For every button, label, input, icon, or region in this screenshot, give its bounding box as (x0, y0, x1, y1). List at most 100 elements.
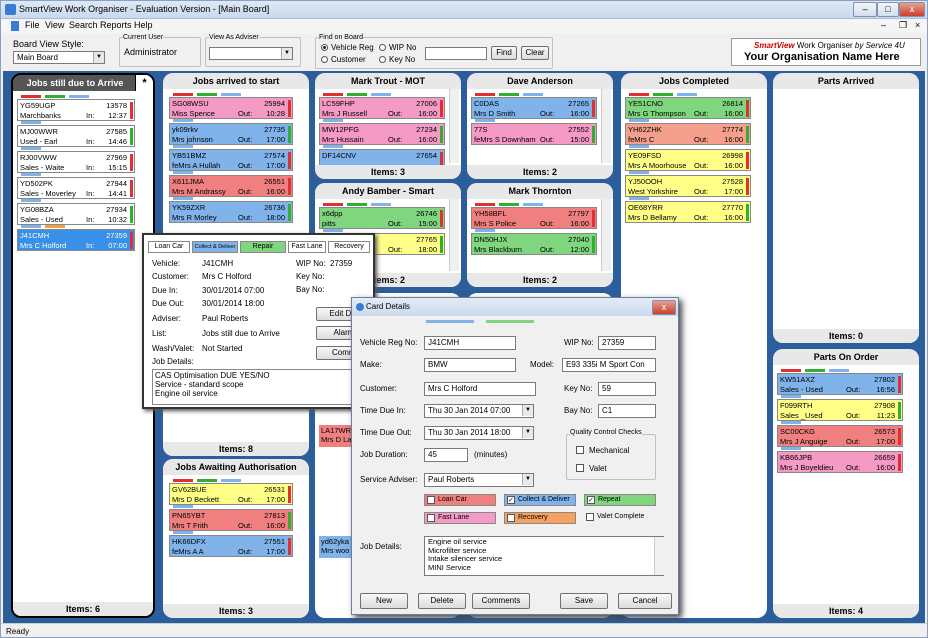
job-card[interactable]: YH62ZHK feMrs C 27774 16:00 Out: (625, 123, 751, 145)
popup-wash-value: Not Started (202, 344, 243, 353)
job-card[interactable]: OE68YRR Mrs D Bellamy 27770 16:00 Out: (625, 201, 751, 223)
save-button[interactable]: Save (560, 593, 608, 609)
repeat-checkbox[interactable]: ✓ (587, 496, 595, 504)
new-button[interactable]: New (360, 593, 408, 609)
loan-car-flag[interactable]: Loan Car (424, 494, 496, 506)
valet-checkbox[interactable] (576, 464, 584, 472)
details-scrollbar[interactable] (654, 537, 664, 575)
wip-input[interactable]: 27359 (598, 336, 656, 350)
mechanical-checkbox[interactable] (576, 446, 584, 454)
popup-details-box: CAS Optimisation DUE YES/NO Service - st… (152, 369, 352, 405)
card-time: 12:37 (108, 111, 127, 120)
mdi-minimize-icon[interactable]: – (881, 20, 886, 30)
job-card[interactable]: KB66JPB Mrs J Boyeldieu 26659 16:00 Out: (777, 451, 903, 473)
delete-button[interactable]: Delete (418, 593, 466, 609)
job-card[interactable]: DN50HJX Mrs Blackburn 27040 12:00 Out: (471, 233, 597, 255)
job-card[interactable]: YG08BZA Sales - Used 27934 10:32 In: (17, 203, 135, 225)
job-card[interactable]: GV62BUE Mrs D Beckett 26531 17:00 Out: (169, 483, 293, 505)
find-wip-radio[interactable] (379, 44, 386, 51)
job-card[interactable]: F099RTH Sales _Used 27908 11:23 Out: (777, 399, 903, 421)
job-card[interactable]: YG59UGP Marchbanks 13578 12:37 In: (17, 99, 135, 121)
reg-input[interactable]: J41CMH (424, 336, 516, 350)
job-card[interactable]: SC00CKG Mrs J Anguige 26573 17:00 Out: (777, 425, 903, 447)
card-status-bar (440, 236, 443, 253)
job-card[interactable]: YK59ZXR Mrs R Morley 26736 18:00 Out: (169, 201, 293, 223)
bay-input[interactable]: C1 (598, 404, 656, 418)
collect-deliver-flag[interactable]: ✓ Collect & Deliver (504, 494, 576, 506)
job-card[interactable]: C0DAS Mrs D Smith 27265 16:00 Out: (471, 97, 597, 119)
mdi-restore-icon[interactable]: ❐ (899, 20, 907, 31)
column-andy-scrollbar[interactable] (449, 199, 459, 271)
customer-input[interactable]: Mrs C Holford (424, 382, 536, 396)
find-customer-radio[interactable] (321, 56, 328, 63)
card-lbl: Out: (238, 547, 253, 556)
job-card[interactable]: HK66DFX feMrs A A 27551 17:00 Out: (169, 535, 293, 557)
valet-complete-checkbox[interactable] (586, 513, 594, 521)
chevron-down-icon: ▼ (522, 474, 533, 485)
key-input[interactable]: 59 (598, 382, 656, 396)
job-card[interactable]: YD502PK Sales - Moverley 27944 14:41 In: (17, 177, 135, 199)
loan-car-checkbox[interactable] (427, 496, 435, 504)
find-button[interactable]: Find (491, 46, 517, 60)
repeat-flag[interactable]: ✓ Repeat (584, 494, 656, 506)
job-card[interactable]: YH58BFL Mrs S Police 27797 16:00 Out: (471, 207, 597, 229)
close-button[interactable]: x (899, 2, 925, 17)
fast-lane-flag[interactable]: Fast Lane (424, 512, 496, 524)
job-card[interactable]: SG08WSU Miss Spence 25994 10:28 Out: (169, 97, 293, 119)
column-dave-scrollbar[interactable] (601, 89, 611, 163)
job-card[interactable]: yk09rkv Mrs johnson 27735 17:00 Out: (169, 123, 293, 145)
card-status-bar (288, 486, 291, 503)
clear-button[interactable]: Clear (521, 46, 549, 60)
menu-view[interactable]: View (45, 20, 64, 30)
menu-search[interactable]: Search (69, 20, 98, 30)
job-card[interactable]: RJ00VWW Sales - Waite 27969 15:15 In: (17, 151, 135, 173)
time-out-picker[interactable]: Thu 30 Jan 2014 18:00 ▼ (424, 426, 534, 440)
find-key-radio[interactable] (379, 56, 386, 63)
job-card[interactable]: KW51AXZ Sales - Used 27802 16:56 Out: (777, 373, 903, 395)
card-wip: 27552 (568, 125, 589, 134)
model-input[interactable]: E93 335i M Sport Con (562, 358, 656, 372)
make-input[interactable]: BMW (424, 358, 516, 372)
recovery-checkbox[interactable] (507, 514, 515, 522)
recovery-flag[interactable]: Recovery (504, 512, 576, 524)
job-card[interactable]: MW12PFG Mrs Hussain 27234 16:00 Out: (319, 123, 445, 145)
minimize-button[interactable]: – (853, 2, 877, 17)
job-card[interactable]: x6dpp pitts 26746 15:00 Out: (319, 207, 445, 229)
time-in-picker[interactable]: Thu 30 Jan 2014 07:00 ▼ (424, 404, 534, 418)
mdi-close-icon[interactable]: × (915, 20, 920, 30)
job-card[interactable]: YB51BMZ feMrs A Hullah 27574 17:00 Out: (169, 149, 293, 171)
find-vehicle-reg-radio[interactable] (321, 44, 328, 51)
card-time: 11:23 (876, 411, 895, 420)
card-strip (21, 95, 93, 98)
board-view-select[interactable]: Main Board ▼ (13, 51, 105, 64)
job-card[interactable]: MJ00WWR Used - Earl 27585 14:46 In: (17, 125, 135, 147)
menu-file[interactable]: File (25, 20, 40, 30)
job-card[interactable]: J41CMH Mrs C Holford 27359 07:00 In: (17, 229, 135, 251)
job-card[interactable]: LC59FHP Mrs J Russell 27006 16:00 Out: (319, 97, 445, 119)
valet-complete-flag[interactable]: Valet Complete (584, 512, 656, 524)
cancel-button[interactable]: Cancel (618, 593, 672, 609)
job-card[interactable]: YJ50OOH West Yorkshire 27528 17:00 Out: (625, 175, 751, 197)
job-card[interactable]: YE51CNO Mrs G Thompson 26814 16:00 Out: (625, 97, 751, 119)
view-as-select[interactable]: ▼ (209, 47, 293, 60)
job-card[interactable]: YE09FSD Mrs A Moorhouse 26998 16:00 Out: (625, 149, 751, 171)
find-input[interactable] (425, 47, 487, 60)
collect-deliver-checkbox[interactable]: ✓ (507, 496, 515, 504)
star-icon[interactable]: * (135, 75, 153, 91)
details-textarea[interactable]: Engine oil service Microfilter service I… (424, 536, 664, 576)
duration-input[interactable]: 45 (424, 448, 468, 462)
comments-dialog-button[interactable]: Comments (472, 593, 530, 609)
job-card[interactable]: 77S feMrs S Downham 27552 15:00 Out: (471, 123, 597, 145)
job-card[interactable]: PN65YBT Mrs T Frith 27813 16:00 Out: (169, 509, 293, 531)
card-reg: YG08BZA (20, 205, 54, 214)
job-card[interactable]: X611JMA Mrs M Andrassy 26551 16:00 Out: (169, 175, 293, 197)
dialog-close-button[interactable]: x (652, 300, 676, 315)
fast-lane-checkbox[interactable] (427, 514, 435, 522)
strip-segment (629, 119, 649, 122)
adviser-select[interactable]: Paul Roberts ▼ (424, 473, 534, 487)
column-thornton-scrollbar[interactable] (601, 199, 611, 271)
menu-reports[interactable]: Reports (100, 20, 132, 30)
menu-help[interactable]: Help (134, 20, 153, 30)
column-mot-scrollbar[interactable] (449, 89, 459, 163)
maximize-button[interactable]: □ (877, 2, 899, 17)
